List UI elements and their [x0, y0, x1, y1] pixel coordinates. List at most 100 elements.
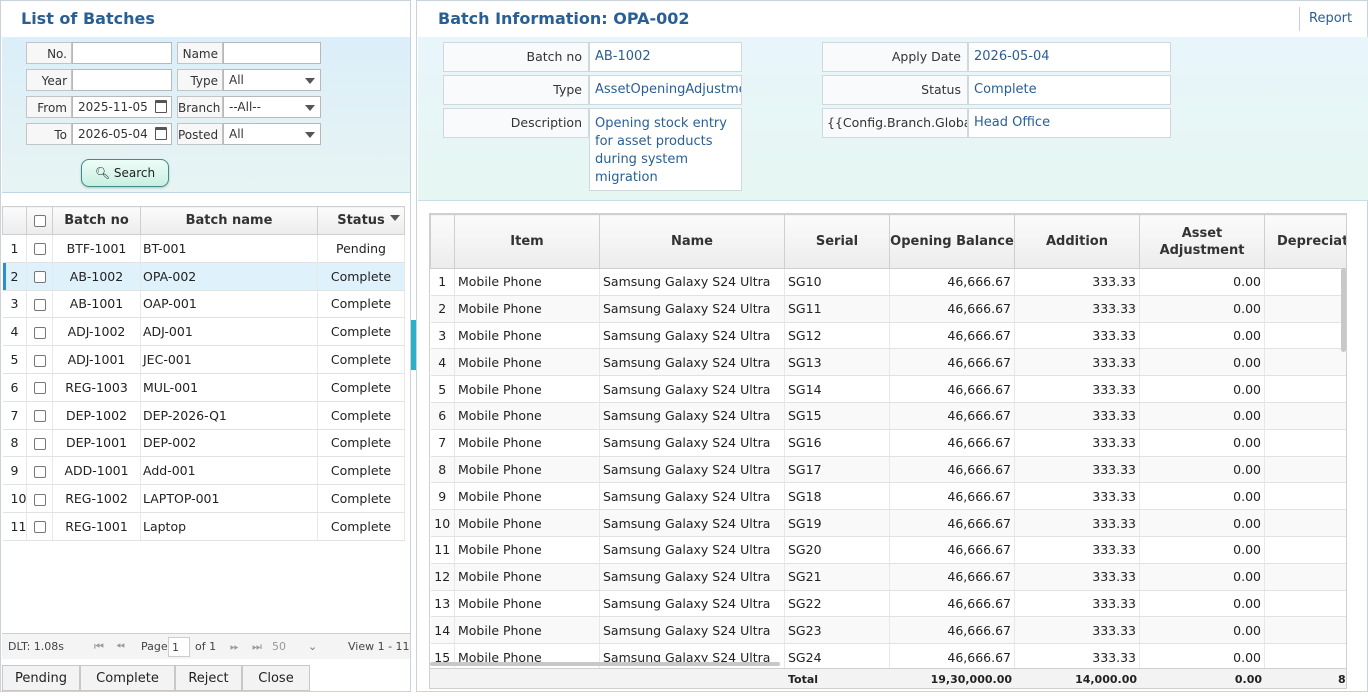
branch-field[interactable]: Head Office	[968, 108, 1171, 138]
row-checkbox[interactable]	[33, 298, 46, 311]
vertical-scrollbar[interactable]	[1341, 268, 1346, 352]
table-row[interactable]: 8 DEP-1001 DEP-002 Complete	[2, 429, 405, 458]
type-field[interactable]: AssetOpeningAdjustment	[589, 75, 742, 105]
row-checkbox-cell[interactable]	[26, 484, 53, 513]
to-date-input[interactable]: 2026-05-04	[72, 123, 172, 145]
status-header[interactable]: Status	[317, 206, 405, 235]
page-input[interactable]: 1	[168, 637, 190, 657]
addition-cell: 333.33	[1014, 536, 1140, 564]
close-button[interactable]: Close	[242, 665, 310, 691]
pending-button[interactable]: Pending	[2, 665, 80, 691]
select-all-header[interactable]	[26, 206, 53, 235]
table-row[interactable]: 7 Mobile Phone Samsung Galaxy S24 Ultra SG1…	[430, 429, 1346, 457]
table-row[interactable]: 1 Mobile Phone Samsung Galaxy S24 Ultra SG1…	[430, 268, 1346, 296]
row-checkbox-cell[interactable]	[26, 373, 53, 402]
table-row[interactable]: 6 Mobile Phone Samsung Galaxy S24 Ultra SG1…	[430, 402, 1346, 430]
row-checkbox[interactable]	[33, 521, 46, 534]
total-addition: 14,000.00	[1075, 673, 1137, 686]
apply-date-field[interactable]: 2026-05-04	[968, 42, 1171, 72]
description-field[interactable]: Opening stock entry for asset products d…	[589, 108, 742, 191]
table-row[interactable]: 10 Mobile Phone Samsung Galaxy S24 Ultra SG…	[430, 509, 1346, 537]
batch-no-cell: AB-1002	[52, 262, 141, 291]
next-page-icon[interactable]: ⏩︎	[230, 634, 239, 660]
table-row[interactable]: 2 Mobile Phone Samsung Galaxy S24 Ultra SG1…	[430, 295, 1346, 323]
row-checkbox[interactable]	[33, 354, 46, 367]
row-checkbox[interactable]	[33, 410, 46, 423]
no-input[interactable]	[72, 42, 172, 64]
from-date-input[interactable]: 2025-11-05	[72, 96, 172, 118]
from-label: From	[26, 96, 72, 118]
table-row[interactable]: 8 Mobile Phone Samsung Galaxy S24 Ultra SG1…	[430, 456, 1346, 484]
table-row[interactable]: 9 Mobile Phone Samsung Galaxy S24 Ultra SG1…	[430, 482, 1346, 511]
report-link[interactable]: Report	[1309, 11, 1352, 26]
serial-header[interactable]: Serial	[784, 214, 890, 269]
calendar-icon[interactable]	[155, 127, 167, 140]
row-checkbox[interactable]	[33, 271, 46, 284]
row-checkbox-cell[interactable]	[26, 317, 53, 347]
table-row[interactable]: 4 Mobile Phone Samsung Galaxy S24 Ultra SG1…	[430, 348, 1346, 377]
table-row[interactable]: 13 Mobile Phone Samsung Galaxy S24 Ultra SG…	[430, 590, 1346, 618]
year-input[interactable]	[72, 69, 172, 91]
table-row[interactable]: 6 REG-1003 MUL-001 Complete	[2, 373, 405, 402]
table-row[interactable]: 12 Mobile Phone Samsung Galaxy S24 Ultra SG…	[430, 563, 1346, 591]
table-row[interactable]: 14 Mobile Phone Samsung Galaxy S24 Ultra SG…	[430, 616, 1346, 645]
table-row[interactable]: 7 DEP-1002 DEP-2026-Q1 Complete	[2, 401, 405, 430]
row-checkbox-cell[interactable]	[26, 429, 53, 458]
row-checkbox-cell[interactable]	[26, 512, 53, 541]
item-cell: Mobile Phone	[454, 482, 600, 511]
table-row[interactable]: 10 REG-1002 LAPTOP-001 Complete	[2, 484, 405, 513]
row-checkbox-cell[interactable]	[26, 262, 53, 291]
status-cell: Complete	[317, 484, 405, 513]
row-checkbox[interactable]	[33, 437, 46, 450]
table-row[interactable]: 5 Mobile Phone Samsung Galaxy S24 Ultra SG1…	[430, 375, 1346, 403]
row-checkbox[interactable]	[33, 493, 46, 506]
row-checkbox[interactable]	[33, 243, 46, 256]
table-row[interactable]: 1 BTF-1001 BT-001 Pending	[2, 234, 405, 263]
type-select[interactable]: All	[223, 69, 321, 91]
asset-adjustment-header[interactable]: Asset Adjustment	[1139, 214, 1265, 269]
item-header[interactable]: Item	[454, 214, 600, 269]
table-row[interactable]: 4 ADJ-1002 ADJ-001 Complete	[2, 317, 405, 347]
chevron-down-icon[interactable]: ⌄	[308, 634, 317, 660]
branch-select[interactable]: --All--	[223, 96, 321, 118]
select-all-checkbox[interactable]	[33, 214, 46, 227]
table-row[interactable]: 5 ADJ-1001 JEC-001 Complete	[2, 345, 405, 374]
reject-button[interactable]: Reject	[175, 665, 242, 691]
complete-button[interactable]: Complete	[80, 665, 175, 691]
status-field[interactable]: Complete	[968, 75, 1171, 105]
last-page-icon[interactable]: ⏭︎	[252, 634, 262, 660]
prev-page-icon[interactable]: ⏪︎	[116, 634, 125, 660]
item-cell: Mobile Phone	[454, 322, 600, 350]
name-header[interactable]: Name	[599, 214, 785, 269]
batch-no-header[interactable]: Batch no	[52, 206, 141, 235]
batch-no-field[interactable]: AB-1002	[589, 42, 742, 72]
table-row[interactable]: 3 AB-1001 OAP-001 Complete	[2, 290, 405, 319]
posted-select[interactable]: All	[223, 123, 321, 145]
opening-balance-header[interactable]: Opening Balance	[889, 214, 1015, 269]
row-checkbox[interactable]	[33, 326, 46, 339]
search-button[interactable]: 🔍︎ Search	[81, 159, 169, 187]
horizontal-scrollbar[interactable]	[430, 662, 780, 666]
table-row[interactable]: 2 AB-1002 OPA-002 Complete	[2, 262, 405, 291]
row-checkbox[interactable]	[33, 465, 46, 478]
row-checkbox-cell[interactable]	[26, 290, 53, 319]
table-row[interactable]: 15 Mobile Phone Samsung Galaxy S24 Ultra SG…	[430, 643, 1346, 671]
row-checkbox-cell[interactable]	[26, 456, 53, 486]
addition-header[interactable]: Addition	[1014, 214, 1140, 269]
row-checkbox-cell[interactable]	[26, 345, 53, 374]
calendar-icon[interactable]	[155, 100, 167, 113]
row-checkbox-cell[interactable]	[26, 234, 53, 263]
depreciation-header[interactable]: Depreciat	[1264, 214, 1346, 269]
page-size-select[interactable]: 50	[272, 634, 286, 660]
batch-name-header[interactable]: Batch name	[140, 206, 318, 235]
batch-name-cell: DEP-002	[140, 429, 318, 458]
row-checkbox-cell[interactable]	[26, 401, 53, 430]
table-row[interactable]: 11 REG-1001 Laptop Complete	[2, 512, 405, 541]
table-row[interactable]: 9 ADD-1001 Add-001 Complete	[2, 456, 405, 486]
row-checkbox[interactable]	[33, 382, 46, 395]
name-input[interactable]	[223, 42, 321, 64]
first-page-icon[interactable]: ⏮︎	[94, 634, 104, 660]
name-cell: Samsung Galaxy S24 Ultra	[599, 456, 785, 484]
table-row[interactable]: 3 Mobile Phone Samsung Galaxy S24 Ultra SG1…	[430, 322, 1346, 350]
table-row[interactable]: 11 Mobile Phone Samsung Galaxy S24 Ultra SG…	[430, 536, 1346, 564]
